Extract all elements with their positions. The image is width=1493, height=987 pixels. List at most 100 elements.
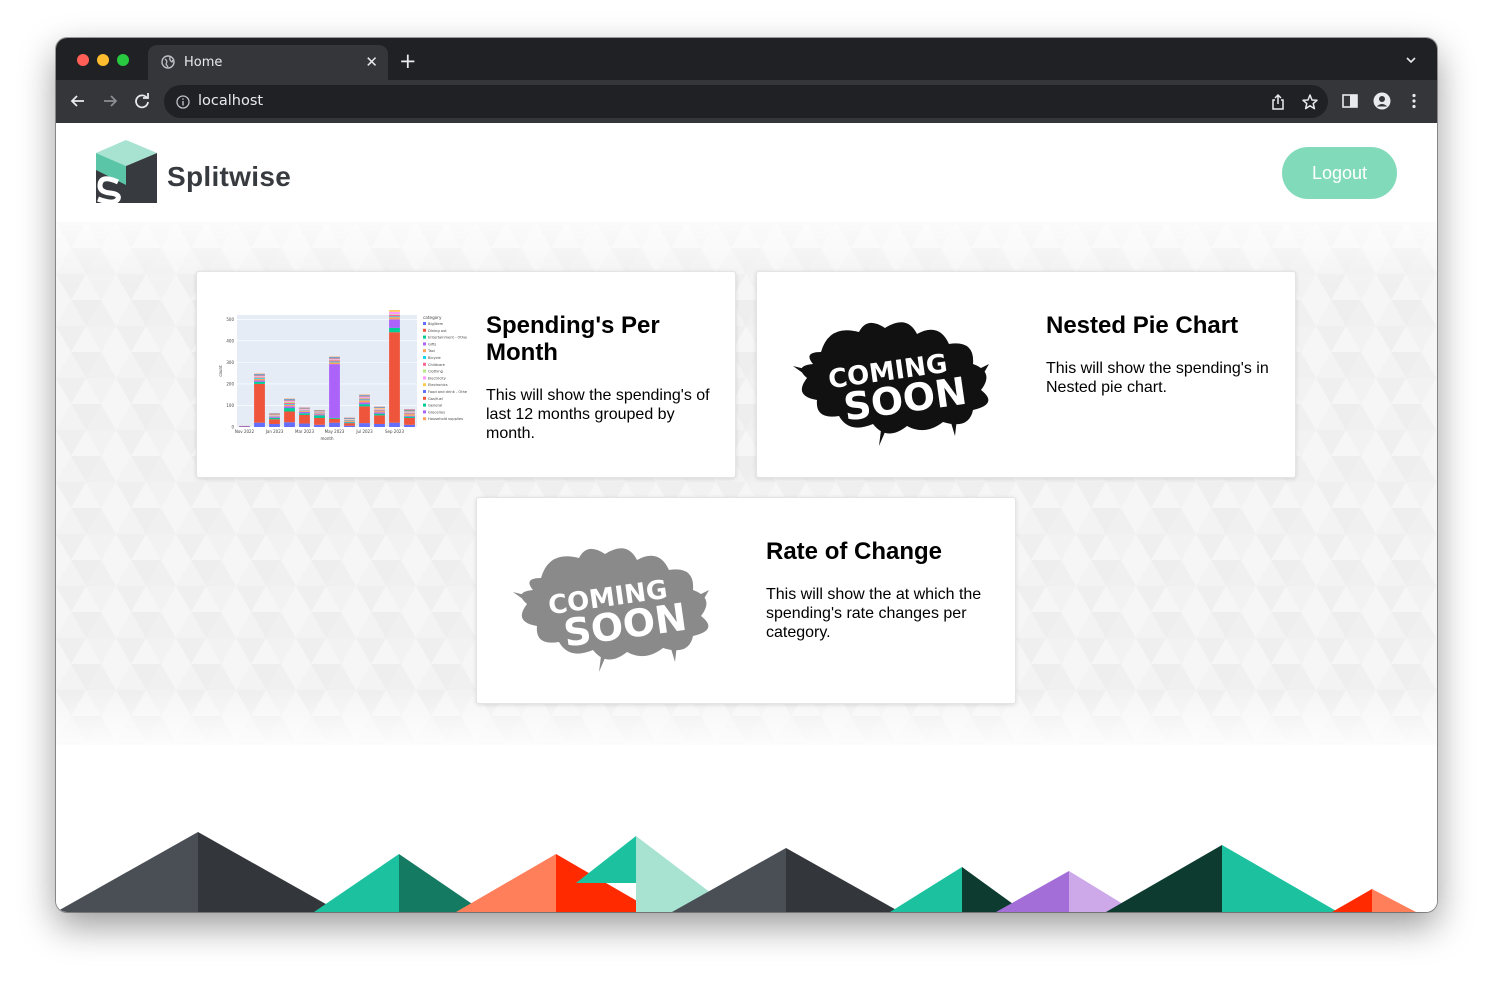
splitwise-logo[interactable]	[96, 140, 157, 203]
bar-segment	[254, 381, 265, 384]
x-tick-label: Nov 2022	[235, 429, 255, 434]
legend-item: Bicycle	[428, 356, 442, 360]
y-tick-label: 400	[226, 338, 234, 343]
bar-segment	[374, 409, 385, 411]
bar-segment	[299, 423, 310, 427]
tab-title: Home	[184, 55, 223, 70]
legend-swatch	[423, 390, 426, 393]
address-bar[interactable]: localhost	[164, 85, 1328, 118]
bar-segment	[389, 327, 400, 333]
maximize-window-button[interactable]	[117, 54, 129, 66]
close-window-button[interactable]	[77, 54, 89, 66]
bar-segment	[314, 417, 325, 425]
legend-item: Dining out	[428, 329, 447, 333]
legend-swatch	[423, 417, 426, 421]
legend-item: Gas/fuel	[428, 397, 443, 401]
bar-segment	[359, 402, 370, 405]
brand-name[interactable]: Splitwise	[167, 161, 291, 193]
bar-segment	[254, 377, 265, 378]
legend-item: Household supplies	[428, 417, 463, 421]
bar-segment	[254, 378, 265, 381]
bar-segment	[329, 422, 340, 427]
reload-icon[interactable]	[132, 91, 152, 111]
more-menu-icon[interactable]	[1405, 92, 1423, 110]
card-title: Rate of Change	[766, 538, 943, 565]
y-tick-label: 500	[226, 317, 234, 322]
back-icon[interactable]	[68, 91, 88, 111]
legend-swatch	[423, 369, 426, 373]
minimize-window-button[interactable]	[97, 54, 109, 66]
bar-segment	[389, 332, 400, 423]
bar-segment	[404, 414, 415, 416]
globe-icon	[161, 55, 175, 69]
bar-segment	[329, 360, 340, 362]
bar-segment	[344, 422, 355, 424]
legend-item: Gifts	[428, 342, 436, 346]
bar-segment	[344, 423, 355, 426]
tab-home[interactable]: Home ✕	[148, 45, 388, 80]
bar-segment	[239, 426, 250, 427]
bar-segment	[329, 362, 340, 365]
legend-swatch	[423, 349, 426, 353]
legend-swatch	[423, 396, 426, 400]
bar-segment	[374, 415, 385, 424]
legend-item: Clothing	[428, 370, 443, 374]
card-spending-per-month[interactable]: 0 100 200 300 400 500 Nov 2022 Jan 2023 Mar 2023…	[196, 271, 736, 478]
bar-segment	[314, 412, 325, 414]
star-icon[interactable]	[1301, 93, 1319, 111]
card-title: Spending's Per Month	[486, 312, 660, 366]
side-panel-icon[interactable]	[1341, 92, 1359, 110]
x-tick-label: May 2023	[325, 429, 345, 434]
forward-icon[interactable]	[100, 91, 120, 111]
bar-segment	[269, 423, 280, 427]
bar-segment	[404, 417, 415, 425]
bar-segment	[374, 407, 385, 409]
browser-toolbar: localhost	[56, 80, 1437, 123]
bar-segment	[329, 364, 340, 418]
bar-segment	[269, 417, 280, 420]
new-tab-icon[interactable]: +	[399, 50, 417, 72]
bar-segment	[284, 404, 295, 406]
info-icon[interactable]	[176, 95, 190, 109]
bar-segment	[404, 416, 415, 418]
bar-segment	[359, 404, 370, 407]
legend-swatch	[423, 362, 426, 366]
bar-segment	[254, 422, 265, 427]
x-tick-label: Jan 2023	[265, 429, 284, 434]
legend-item: Food and drink - Other	[428, 390, 467, 394]
bar-segment	[389, 311, 400, 315]
chevron-down-icon[interactable]	[1405, 54, 1417, 66]
bar-segment	[314, 414, 325, 416]
bar-segment	[344, 420, 355, 422]
site-header: Splitwise Logout	[56, 123, 1437, 222]
legend-item: Taxi	[427, 349, 435, 353]
bar-segment	[389, 315, 400, 317]
bar-segment	[299, 414, 310, 424]
bar-segment	[359, 423, 370, 427]
close-tab-icon[interactable]: ✕	[365, 52, 378, 72]
legend-item: General	[428, 404, 442, 408]
legend-swatch	[423, 342, 426, 346]
legend-item: Entertainment - Other	[428, 336, 467, 340]
legend-title: category	[423, 315, 442, 320]
card-rate-of-change[interactable]: COMING SOON Rate of Change This will sho…	[476, 497, 1016, 704]
bar-segment	[299, 409, 310, 410]
logout-button[interactable]: Logout	[1282, 147, 1397, 199]
x-axis-label: month	[321, 436, 334, 441]
bar-segment	[314, 424, 325, 427]
spending-chart: 0100200300400500Nov 2022 Jan 2023 Mar 2023…	[219, 310, 467, 441]
card-nested-pie-chart[interactable]: COMING SOON Nested Pie Chart This will s…	[756, 271, 1296, 478]
bar-segment	[359, 398, 370, 400]
bar-segment	[404, 415, 415, 417]
x-tick-label: Jul 2023	[355, 429, 373, 434]
x-tick-label: Sep 2023	[385, 429, 404, 434]
profile-icon[interactable]	[1373, 92, 1391, 110]
legend-item: Childcare	[428, 363, 446, 367]
share-icon[interactable]	[1269, 93, 1287, 111]
bar-segment	[359, 399, 370, 401]
bar-segment	[359, 406, 370, 424]
bar-segment	[254, 380, 265, 382]
y-tick-label: 200	[226, 381, 234, 386]
bar-segment	[374, 412, 385, 414]
footer-mountains	[56, 832, 1416, 912]
